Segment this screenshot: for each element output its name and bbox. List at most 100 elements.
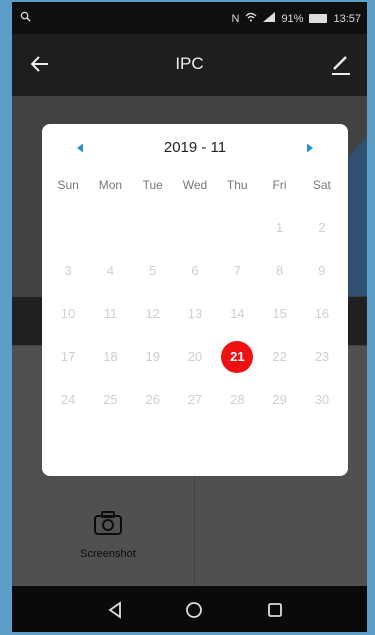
navigation-bar [12, 586, 367, 632]
day-number: 5 [149, 263, 157, 278]
day-number: 9 [318, 263, 326, 278]
day-cell[interactable]: 9 [301, 249, 343, 292]
signal-icon [263, 12, 276, 25]
weekday-label: Thu [226, 178, 248, 192]
day-cell[interactable]: 19 [132, 335, 174, 378]
day-number: 27 [187, 392, 203, 407]
day-number: 24 [60, 392, 76, 407]
next-month-button[interactable] [298, 136, 322, 160]
day-number: 6 [191, 263, 199, 278]
day-number: 3 [64, 263, 72, 278]
wifi-icon [245, 12, 257, 25]
day-cell[interactable]: 10 [47, 292, 89, 335]
day-cell[interactable]: 5 [132, 249, 174, 292]
day-cell[interactable]: 17 [47, 335, 89, 378]
day-cell[interactable]: 30 [301, 378, 343, 421]
day-number: 4 [106, 263, 115, 278]
day-number [94, 212, 126, 244]
day-cell[interactable]: 29 [258, 378, 300, 421]
empty-day-cell [174, 206, 216, 249]
day-cell[interactable]: 16 [301, 292, 343, 335]
day-cell[interactable]: 6 [174, 249, 216, 292]
battery-icon [309, 14, 328, 23]
day-number: 18 [103, 349, 118, 364]
weekday-label: Fri [272, 178, 287, 192]
day-cell[interactable]: 12 [132, 292, 174, 335]
empty-day-cell [89, 206, 131, 249]
day-number: 12 [145, 306, 160, 321]
day-cell[interactable]: 7 [216, 249, 258, 292]
empty-day-cell [47, 206, 89, 249]
day-number [52, 212, 84, 244]
selected-day-cell[interactable]: 21 [216, 335, 258, 378]
day-cell[interactable]: 1 [258, 206, 300, 249]
day-number: 16 [314, 306, 330, 321]
weekday-label: Sun [57, 178, 79, 192]
status-bar: N 91% 13:57 [12, 2, 367, 34]
day-cell[interactable]: 11 [89, 292, 131, 335]
day-cell[interactable]: 25 [89, 378, 131, 421]
day-number: 14 [230, 306, 245, 321]
back-nav-button[interactable] [108, 601, 121, 619]
day-cell[interactable]: 2 [301, 206, 343, 249]
day-number [221, 212, 253, 244]
day-number: 19 [145, 349, 160, 364]
day-cell[interactable]: 4 [89, 249, 131, 292]
day-number: 28 [230, 392, 245, 407]
empty-day-cell [132, 206, 174, 249]
day-number: 21 [221, 340, 254, 373]
day-number: 22 [272, 349, 287, 364]
triangle-back-icon [108, 601, 121, 619]
day-number: 10 [60, 306, 76, 321]
day-cell[interactable]: 14 [216, 292, 258, 335]
nfc-icon: N [231, 12, 240, 25]
day-cell[interactable]: 18 [89, 335, 131, 378]
phone-screen: N 91% 13:57 IPC Screenshot 2019 - 11 Sun… [12, 2, 367, 632]
day-number: 13 [187, 306, 203, 321]
app-bar: IPC [12, 34, 367, 96]
pencil-icon [332, 56, 350, 75]
day-cell[interactable]: 27 [174, 378, 216, 421]
day-cell[interactable]: 8 [258, 249, 300, 292]
calendar-header: 2019 - 11 [42, 124, 348, 168]
recents-nav-button[interactable] [268, 603, 282, 617]
weekday-label: Wed [182, 178, 208, 192]
clock: 13:57 [333, 12, 361, 25]
day-cell[interactable]: 22 [258, 335, 300, 378]
day-cell[interactable]: 28 [216, 378, 258, 421]
weekday-label: Tue [142, 178, 163, 192]
day-number [179, 212, 211, 244]
day-number: 26 [145, 392, 160, 407]
home-nav-button[interactable] [186, 602, 202, 618]
battery-percent: 91% [281, 12, 304, 25]
day-cell[interactable]: 13 [174, 292, 216, 335]
weekday-row: Sun Mon Tue Wed Thu Fri Sat [47, 178, 343, 192]
day-number: 25 [103, 392, 118, 407]
day-number: 17 [60, 349, 76, 364]
day-number: 7 [233, 263, 241, 278]
day-cell[interactable]: 23 [301, 335, 343, 378]
day-number: 20 [187, 349, 203, 364]
square-recents-icon [268, 603, 282, 617]
page-title: IPC [175, 54, 204, 73]
day-cell[interactable]: 15 [258, 292, 300, 335]
empty-day-cell [216, 206, 258, 249]
day-cell[interactable]: 24 [47, 378, 89, 421]
date-picker-dialog: 2019 - 11 Sun Mon Tue Wed Thu Fri Sat 12345678… [42, 124, 348, 476]
day-number [137, 212, 169, 244]
day-cell[interactable]: 3 [47, 249, 89, 292]
day-number: 1 [276, 220, 284, 235]
day-number: 11 [103, 306, 118, 321]
day-number: 2 [318, 220, 326, 235]
day-number: 8 [276, 263, 284, 278]
day-cell[interactable]: 20 [174, 335, 216, 378]
circle-home-icon [186, 602, 202, 618]
day-number: 23 [314, 349, 330, 364]
weekday-label: Sat [312, 178, 331, 192]
day-number: 29 [272, 392, 287, 407]
edit-button[interactable] [327, 50, 355, 78]
day-cell[interactable]: 26 [132, 378, 174, 421]
day-grid: 1 2 3 4 5 6 7 8 9 10 11 12 13 14 15 16 17 18 19 20 21 22 23 24 2… [47, 206, 343, 421]
search-icon [20, 11, 31, 25]
weekday-label: Mon [98, 178, 123, 192]
